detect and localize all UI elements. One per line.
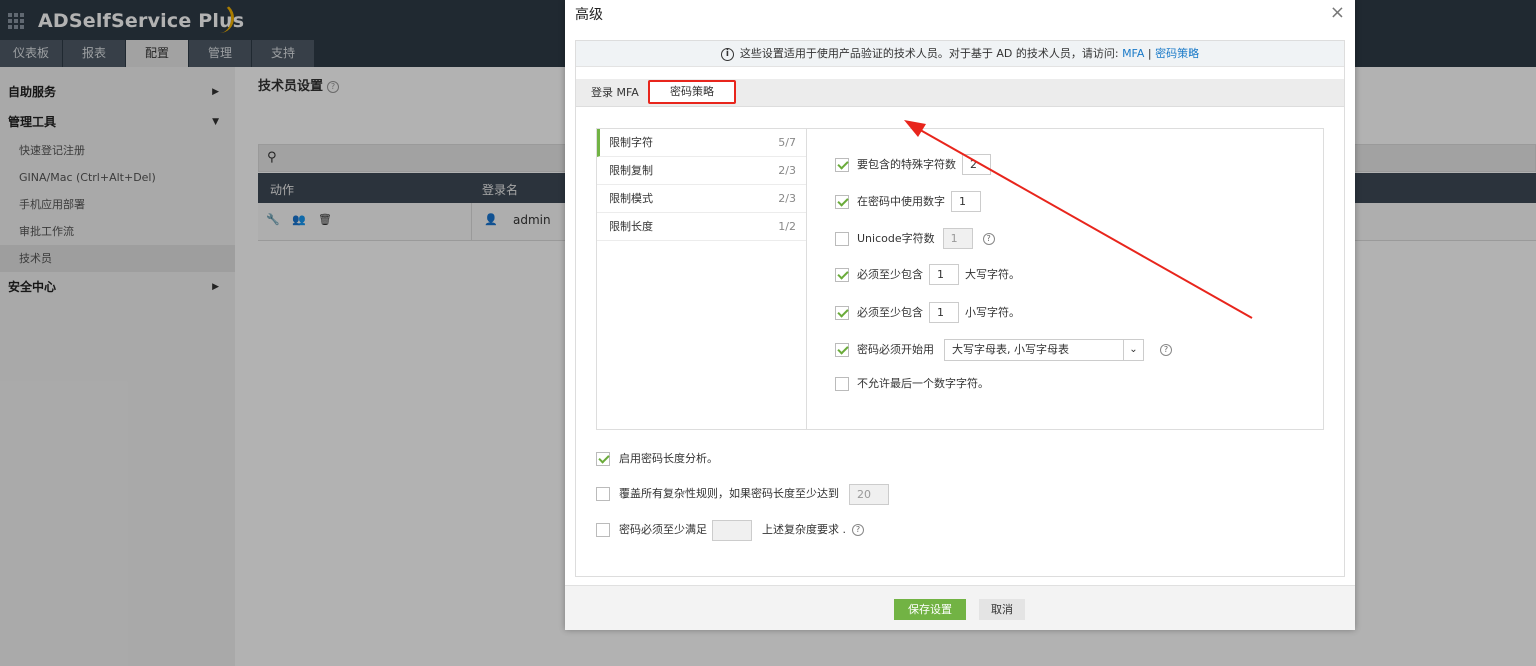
option-suffix: 大写字符。 [965,267,1020,281]
close-icon[interactable]: × [1330,2,1345,23]
option-label: 要包含的特殊字符数 [857,157,956,171]
password-policy-link[interactable]: 密码策略 [1155,47,1199,60]
info-banner: i 这些设置适用于使用产品验证的技术人员。对于基于 AD 的技术人员，请访问: M… [576,41,1344,67]
option-override-complexity: 覆盖所有复杂性规则，如果密码长度至少达到 20 [596,483,889,505]
cancel-button[interactable]: 取消 [979,599,1025,620]
min-satisfy-input[interactable] [712,519,752,541]
option-label: 必须至少包含 [857,305,923,319]
override-length-input[interactable]: 20 [849,483,889,505]
option-start-with: 密码必须开始用 大写字母表, 小写字母表 ⌄? [835,339,1172,361]
policy-category-restrict-repeat[interactable]: 限制复制 2/3 [597,157,806,185]
min-satisfy-checkbox[interactable] [596,523,610,537]
unicode-checkbox[interactable] [835,231,849,246]
dialog-title: 高级 [575,7,603,23]
special-chars-input[interactable]: 2 [962,154,991,175]
tab-strip: 登录 MFA 密码策略 [576,79,1344,107]
policy-category-list: 限制字符 5/7 限制复制 2/3 限制模式 2/3 限制长度 1/2 [597,129,807,429]
info-icon: i [720,47,734,61]
option-label: Unicode字符数 [857,231,935,245]
chevron-down-icon[interactable]: ⌄ [1123,340,1143,360]
start-with-checkbox[interactable] [835,343,849,357]
option-label: 密码必须至少满足 [619,523,707,536]
password-policy-panel: 限制字符 5/7 限制复制 2/3 限制模式 2/3 限制长度 1/2 要包含的特殊字符… [596,128,1324,430]
option-label: 必须至少包含 [857,267,923,281]
policy-category-restrict-chars[interactable]: 限制字符 5/7 [597,129,806,157]
category-label: 限制模式 [609,192,653,205]
option-strength-analysis: 启用密码长度分析。 [596,448,718,470]
option-uppercase: 必须至少包含 1 大写字符。 [835,264,1020,285]
policy-category-restrict-pattern[interactable]: 限制模式 2/3 [597,185,806,213]
no-last-digit-checkbox[interactable] [835,377,849,391]
option-unicode: Unicode字符数 1? [835,228,995,249]
uppercase-input[interactable]: 1 [929,264,959,285]
advanced-settings-dialog: 高级 × i 这些设置适用于使用产品验证的技术人员。对于基于 AD 的技术人员，请… [565,0,1355,630]
help-icon[interactable]: ? [1160,344,1172,356]
option-no-last-digit: 不允许最后一个数字字符。 [835,374,989,394]
option-label: 在密码中使用数字 [857,194,945,208]
tab-password-policy[interactable]: 密码策略 [648,80,736,104]
numbers-input[interactable]: 1 [951,191,981,212]
category-label: 限制字符 [609,136,653,149]
category-count: 1/2 [778,220,796,233]
dialog-footer: 保存设置 取消 [565,585,1355,630]
help-icon[interactable]: ? [852,524,864,536]
special-chars-checkbox[interactable] [835,157,849,172]
option-label: 不允许最后一个数字字符。 [857,377,989,390]
override-complexity-checkbox[interactable] [596,487,610,501]
category-count: 2/3 [778,192,796,205]
dialog-body: i 这些设置适用于使用产品验证的技术人员。对于基于 AD 的技术人员，请访问: M… [575,40,1345,577]
info-text: 这些设置适用于使用产品验证的技术人员。对于基于 AD 的技术人员，请访问: [739,47,1123,60]
category-label: 限制长度 [609,220,653,233]
option-label: 启用密码长度分析。 [619,452,718,465]
option-lowercase: 必须至少包含 1 小写字符。 [835,302,1020,323]
tab-login-mfa[interactable]: 登录 MFA [591,79,639,107]
category-count: 5/7 [778,136,796,149]
option-label: 密码必须开始用 [857,343,934,356]
option-numbers: 在密码中使用数字 1 [835,191,981,212]
strength-analysis-checkbox[interactable] [596,452,610,466]
option-special-chars: 要包含的特殊字符数 2 [835,154,991,175]
info-separator: | [1147,47,1152,60]
start-with-select[interactable]: 大写字母表, 小写字母表 ⌄ [944,339,1144,361]
mfa-link[interactable]: MFA [1122,47,1144,60]
unicode-input[interactable]: 1 [942,228,973,249]
lowercase-checkbox[interactable] [835,305,849,320]
option-label: 覆盖所有复杂性规则，如果密码长度至少达到 [619,487,839,500]
numbers-checkbox[interactable] [835,194,849,209]
option-suffix: 上述复杂度要求 . [762,523,846,536]
option-min-satisfy: 密码必须至少满足 上述复杂度要求 .? [596,519,864,541]
category-label: 限制复制 [609,164,653,177]
help-icon[interactable]: ? [982,232,995,245]
uppercase-checkbox[interactable] [835,267,849,282]
lowercase-input[interactable]: 1 [929,302,959,323]
option-suffix: 小写字符。 [965,305,1020,319]
select-value: 大写字母表, 小写字母表 [952,343,1069,356]
save-settings-button[interactable]: 保存设置 [894,599,966,620]
category-count: 2/3 [778,164,796,177]
policy-category-restrict-length[interactable]: 限制长度 1/2 [597,213,806,241]
